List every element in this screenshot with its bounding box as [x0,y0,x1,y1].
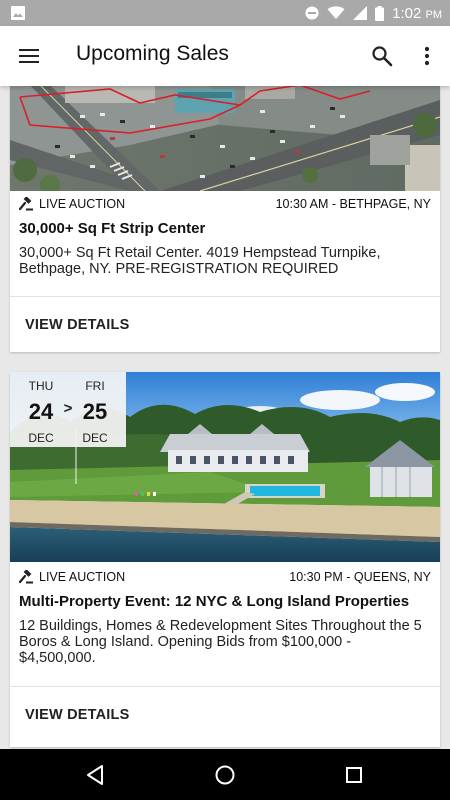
sale-time-location: 10:30 PM - QUEENS, NY [289,570,431,584]
signal-icon [353,6,368,20]
recents-icon[interactable] [341,762,367,788]
app-bar: Upcoming Sales [0,26,450,86]
do-not-disturb-icon [305,6,319,20]
sale-card[interactable]: LIVE AUCTION 10:30 AM - BETHPAGE, NY 30,… [10,86,440,352]
sale-card[interactable]: THU 24 DEC > FRI 25 DEC LIVE AUCTION 10:… [10,372,440,747]
sale-title[interactable]: 30,000+ Sq Ft Strip Center [19,220,431,237]
sale-time-location: 10:30 AM - BETHPAGE, NY [275,197,431,211]
sale-description: 30,000+ Sq Ft Retail Center. 4019 Hempst… [19,245,381,277]
sale-meta: LIVE AUCTION 10:30 AM - BETHPAGE, NY [19,197,431,213]
sales-list: LIVE AUCTION 10:30 AM - BETHPAGE, NY 30,… [0,86,450,749]
sale-title[interactable]: Multi-Property Event: 12 NYC & Long Isla… [19,593,431,610]
sale-description: 12 Buildings, Homes & Redevelopment Site… [19,618,422,666]
status-icons: 1:02 PM [305,0,442,26]
view-details-button[interactable]: VIEW DETAILS [10,687,440,741]
sale-type: LIVE AUCTION [39,197,126,211]
wifi-icon [327,6,345,19]
sale-date-range: THU 24 DEC > FRI 25 DEC [10,372,126,447]
gallery-icon [11,6,25,20]
end-date: FRI 25 DEC [82,379,108,445]
view-details-label: VIEW DETAILS [25,317,130,333]
view-details-label: VIEW DETAILS [25,707,130,723]
sale-type: LIVE AUCTION [39,570,126,584]
view-details-button[interactable]: VIEW DETAILS [10,297,440,351]
sale-meta: LIVE AUCTION 10:30 PM - QUEENS, NY [19,570,431,586]
menu-icon[interactable] [18,44,42,68]
more-vert-icon[interactable] [415,44,439,68]
status-bar: 1:02 PM [0,0,450,26]
battery-icon [375,5,385,21]
system-nav-bar [0,749,450,800]
search-icon[interactable] [370,44,394,68]
start-date: THU 24 DEC [28,379,54,445]
page-title: Upcoming Sales [76,42,229,65]
back-icon[interactable] [83,762,109,788]
home-icon[interactable] [212,762,238,788]
status-time: 1:02 PM [392,4,442,22]
gavel-icon [19,197,33,211]
aerial-photo-image[interactable] [10,86,440,191]
gavel-icon [19,570,33,584]
